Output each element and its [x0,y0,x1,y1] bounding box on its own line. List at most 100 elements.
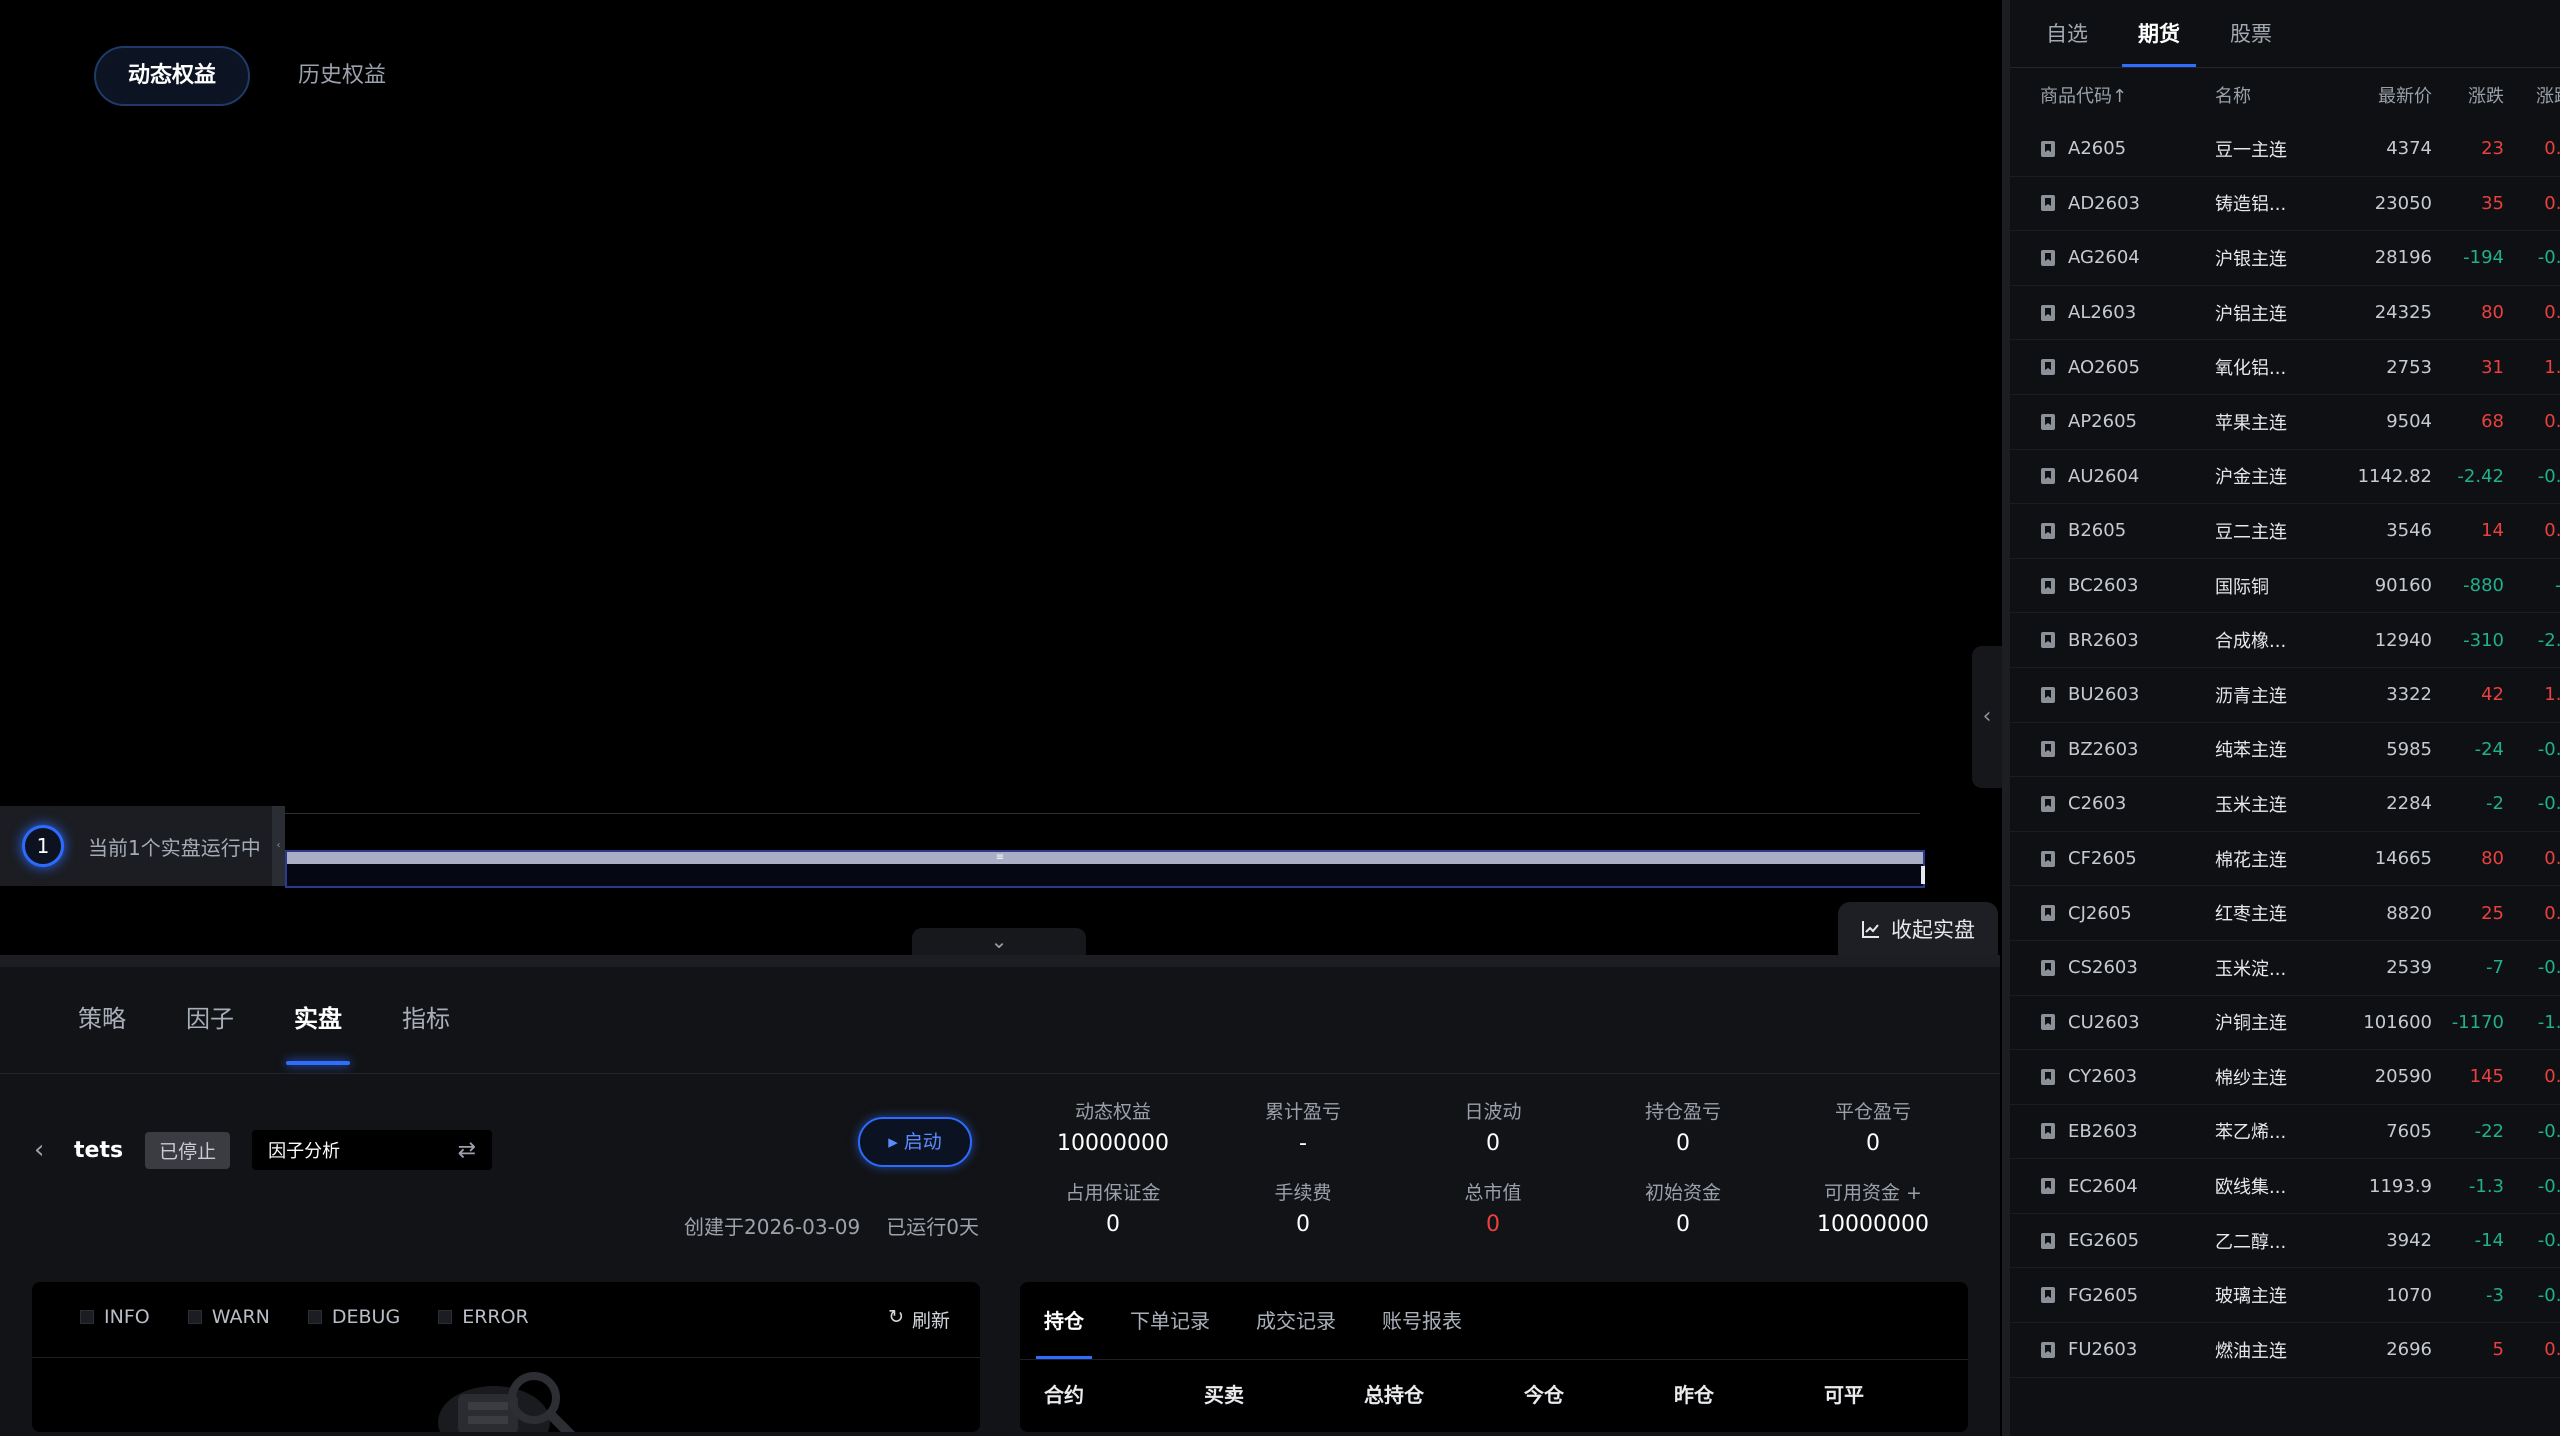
quote-row[interactable]: B2605 豆二主连 3546 14 0.4% [2010,504,2560,559]
quote-row[interactable]: FU2603 燃油主连 2696 5 0.2% [2010,1323,2560,1378]
bookmark-icon[interactable] [2040,686,2056,704]
quote-row[interactable]: EG2605 乙二醇... 3942 -14 -0.4% [2010,1214,2560,1269]
quote-row[interactable]: EB2603 苯乙烯... 7605 -22 -0.3% [2010,1105,2560,1160]
tab-trade-records[interactable]: 成交记录 [1256,1282,1336,1359]
quote-name: 苹果主连 [2215,412,2287,434]
quote-row[interactable]: AU2604 沪金主连 1142.82 -2.42 -0.2% [2010,450,2560,505]
tab-strategy[interactable]: 策略 [48,967,156,1073]
bookmark-icon[interactable] [2040,1013,2056,1031]
checkbox[interactable] [438,1310,453,1324]
quote-row[interactable]: AG2604 沪银主连 28196 -194 -0.7% [2010,231,2560,286]
column-header: 买卖 [1204,1383,1244,1407]
start-button[interactable]: ▸ 启动 [858,1117,972,1167]
bookmark-icon[interactable] [2040,1068,2056,1086]
quote-pct: 0.4% [2544,520,2560,542]
bookmark-icon[interactable] [2040,577,2056,595]
divider [0,1073,2000,1074]
bookmark-icon[interactable] [2040,1286,2056,1304]
quote-name: 豆二主连 [2215,521,2287,543]
quote-row[interactable]: FG2605 玻璃主连 1070 -3 -0.3% [2010,1268,2560,1324]
tab-live[interactable]: 实盘 [264,967,372,1073]
collapse-left-icon[interactable]: ‹ [272,806,285,886]
running-indicator[interactable]: 1 当前1个实盘运行中 ‹ [0,806,285,886]
quote-row[interactable]: BR2603 合成橡... 12940 -310 -2.3% [2010,613,2560,668]
quote-pct: 0.5% [2544,138,2560,160]
quote-row[interactable]: C2603 玉米主连 2284 -2 -0.1% [2010,777,2560,832]
quote-row[interactable]: CJ2605 红枣主连 8820 25 0.3% [2010,886,2560,941]
bookmark-icon[interactable] [2040,959,2056,977]
equity-chart-area: 动态权益 历史权益 ≡ 1 当前1个实盘运行中 ‹ ⌄ 收起实盘 ‹ [0,0,2002,955]
column-header-price[interactable]: 最新价 [2325,82,2432,108]
quote-row[interactable]: CF2605 棉花主连 14665 80 0.5% [2010,832,2560,887]
chevron-left-icon[interactable]: ‹ [1972,646,2002,788]
quote-row[interactable]: CS2603 玉米淀... 2539 -7 -0.3% [2010,941,2560,996]
bookmark-icon[interactable] [2040,358,2056,376]
bookmark-icon[interactable] [2040,1232,2056,1250]
swap-icon[interactable]: ⇄ [458,1138,476,1163]
quote-row[interactable]: A2605 豆一主连 4374 23 0.5% [2010,122,2560,177]
quote-row[interactable]: AP2605 苹果主连 9504 68 0.7% [2010,395,2560,450]
column-header-name[interactable]: 名称 [2215,82,2325,108]
tab-account-report[interactable]: 账号报表 [1382,1282,1462,1359]
tab-stocks[interactable]: 股票 [2230,0,2272,67]
filter-warn[interactable]: WARN [187,1306,270,1328]
stow-live-button[interactable]: 收起实盘 [1838,902,1998,955]
quote-row[interactable]: AL2603 沪铝主连 24325 80 0.3% [2010,286,2560,341]
bookmark-icon[interactable] [2040,795,2056,813]
zoom-slider-handle[interactable] [1921,866,1925,884]
tab-order-records[interactable]: 下单记录 [1130,1282,1210,1359]
grip-icon[interactable]: ≡ [995,852,1005,864]
column-header-change[interactable]: 涨跌 [2432,82,2504,108]
bookmark-icon[interactable] [2040,467,2056,485]
bookmark-icon[interactable] [2040,1341,2056,1359]
bookmark-icon[interactable] [2040,740,2056,758]
quote-price: 8820 [2386,902,2432,924]
filter-error[interactable]: ERROR [438,1306,529,1328]
bookmark-icon[interactable] [2040,194,2056,212]
factor-select[interactable]: 因子分析 ⇄ [252,1130,493,1170]
bookmark-icon[interactable] [2040,631,2056,649]
stat-value: 0 [1106,1212,1120,1237]
tab-futures[interactable]: 期货 [2122,0,2196,67]
bookmark-icon[interactable] [2040,522,2056,540]
quote-row[interactable]: BZ2603 纯苯主连 5985 -24 -0.4% [2010,723,2560,778]
stat-value: 0 [1676,1131,1690,1156]
tab-indicator[interactable]: 指标 [372,967,480,1073]
bookmark-icon[interactable] [2040,1177,2056,1195]
quote-row[interactable]: EC2604 欧线集... 1193.9 -1.3 -0.1% [2010,1159,2560,1214]
tab-dynamic-equity[interactable]: 动态权益 [94,46,251,106]
chevron-down-icon[interactable]: ⌄ [912,928,1086,955]
checkbox[interactable] [80,1310,94,1324]
quote-row[interactable]: CU2603 沪铜主连 101600 -1170 -1.1% [2010,996,2560,1051]
market-sidebar: 自选 期货 股票 商品代码↑ 名称 最新价 涨跌 涨跌幅 A2605 豆一主连 43… [2002,0,2560,1436]
quote-row[interactable]: BC2603 国际铜 90160 -880-1% [2010,559,2560,614]
tab-factor[interactable]: 因子 [156,967,264,1073]
stat-available-capital[interactable]: 可用资金 + 10000000 [1778,1178,1968,1237]
quote-row[interactable]: BU2603 沥青主连 3322 42 1.3% [2010,668,2560,723]
bookmark-icon[interactable] [2040,140,2056,158]
bookmark-icon[interactable] [2040,850,2056,868]
bookmark-icon[interactable] [2040,904,2056,922]
column-header-pct[interactable]: 涨跌幅 [2504,82,2560,108]
column-header-code[interactable]: 商品代码↑ [2040,82,2215,108]
quote-row[interactable]: AO2605 氧化铝... 2753 31 1.1% [2010,340,2560,395]
quote-row[interactable]: AD2603 铸造铝... 23050 35 0.2% [2010,177,2560,232]
filter-debug[interactable]: DEBUG [307,1306,400,1328]
bookmark-icon[interactable] [2040,249,2056,267]
refresh-button[interactable]: ↻ 刷新 [888,1306,950,1333]
checkbox[interactable] [187,1310,202,1324]
bookmark-icon[interactable] [2040,304,2056,322]
quote-code-cell: CY2603 [2040,1066,2215,1087]
tab-positions[interactable]: 持仓 [1036,1282,1092,1359]
quote-pct: -1% [2504,575,2560,596]
tab-history-equity[interactable]: 历史权益 [266,46,418,106]
filter-info[interactable]: INFO [80,1306,150,1328]
checkbox[interactable] [307,1310,322,1324]
back-icon[interactable]: ‹ [34,1135,74,1165]
bookmark-icon[interactable] [2040,413,2056,431]
bookmark-icon[interactable] [2040,1122,2056,1140]
tab-watchlist[interactable]: 自选 [2046,0,2088,67]
quote-row[interactable]: CY2603 棉纱主连 20590 145 0.7% [2010,1050,2560,1105]
zoom-slider[interactable]: ≡ [285,850,1925,888]
quote-name: 沪铜主连 [2215,1013,2287,1035]
